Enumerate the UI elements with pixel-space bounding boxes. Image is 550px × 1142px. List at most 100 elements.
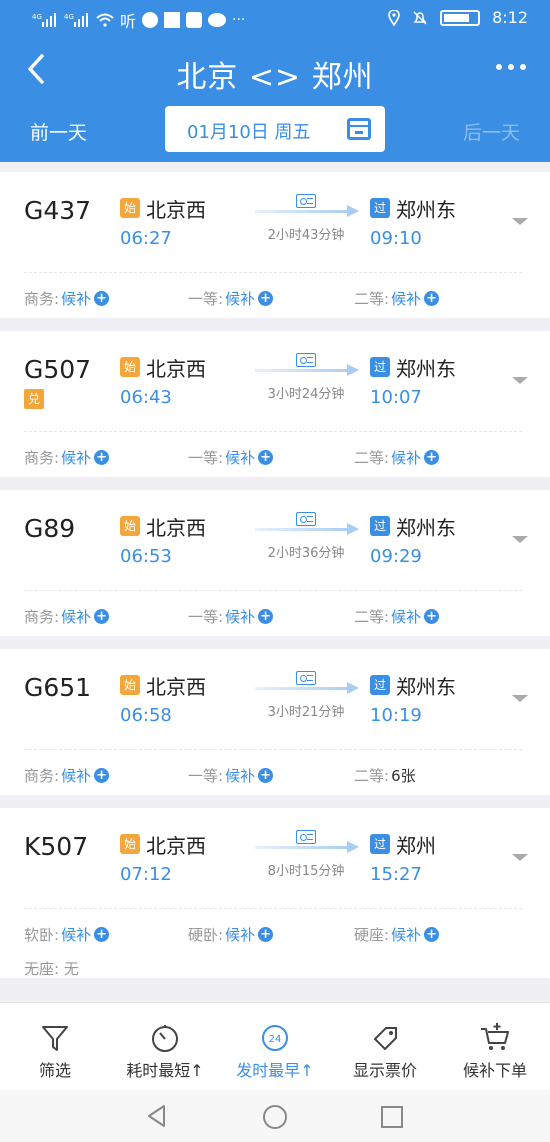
plus-icon[interactable]: + — [94, 927, 110, 942]
divider — [24, 749, 522, 750]
seat-class-label: 无座: — [24, 960, 60, 978]
seat-class-label: 一等: — [188, 608, 224, 626]
seat-availability[interactable]: 二等: 候补 + — [354, 606, 440, 627]
plus-icon[interactable]: + — [94, 450, 110, 465]
plus-icon[interactable]: + — [94, 768, 110, 783]
clock-24-text: 24 — [269, 1034, 282, 1045]
tab-waitlist-order[interactable]: 候补下单 — [440, 1003, 550, 1091]
seat-availability[interactable]: 一等: 候补 + — [188, 288, 274, 309]
date-picker[interactable]: 01月10日 周五 — [165, 106, 385, 152]
seat-availability[interactable]: 硬卧: 候补 + — [188, 924, 274, 945]
app-telegram-icon — [186, 12, 203, 28]
recents-square-icon[interactable] — [380, 1105, 404, 1129]
status-right: 8:12 — [388, 8, 528, 27]
no-seat-availability: 无座: 无 — [24, 958, 79, 979]
chevron-down-icon[interactable] — [512, 377, 528, 384]
origin-badge: 始 — [120, 516, 140, 536]
signal-icon: 4G — [64, 13, 88, 27]
tab-show-price[interactable]: 显示票价 — [330, 1003, 440, 1091]
system-nav-bar — [0, 1090, 550, 1142]
chevron-down-icon[interactable] — [512, 695, 528, 702]
pass-badge: 过 — [370, 834, 390, 854]
more-notifications-icon: ··· — [232, 12, 246, 28]
plus-icon[interactable]: + — [258, 768, 274, 783]
plus-icon[interactable]: + — [258, 609, 274, 624]
plus-icon[interactable]: + — [258, 927, 274, 942]
chevron-down-icon[interactable] — [512, 536, 528, 543]
seat-class-label: 一等: — [188, 449, 224, 467]
seat-availability[interactable]: 商务: 候补 + — [24, 606, 110, 627]
seat-availability[interactable]: 软卧: 候补 + — [24, 924, 110, 945]
signal-icon: 4G — [32, 13, 56, 27]
tab-filter[interactable]: 筛选 — [0, 1003, 110, 1091]
seat-status: 候补 — [61, 608, 92, 626]
plus-icon[interactable]: + — [424, 927, 440, 942]
divider — [24, 590, 522, 591]
seat-availability[interactable]: 一等: 候补 + — [188, 606, 274, 627]
seat-availability[interactable]: 一等: 候补 + — [188, 765, 274, 786]
date-label: 01月10日 周五 — [187, 122, 311, 143]
tab-shortest[interactable]: 耗时最短↑ — [110, 1003, 220, 1091]
plus-icon[interactable]: + — [424, 609, 440, 624]
pass-badge: 过 — [370, 516, 390, 536]
seat-availability[interactable]: 商务: 候补 + — [24, 447, 110, 468]
svg-text:4G: 4G — [64, 13, 74, 21]
pass-badge: 过 — [370, 675, 390, 695]
origin-badge: 始 — [120, 675, 140, 695]
navbar: 北京 <> 郑州 — [0, 42, 550, 98]
train-card[interactable]: G507 兑始北京西 06:43 3小时24分钟过郑州东 10:07 商务: 候补 + 一等: 候… — [0, 331, 550, 477]
filter-icon — [42, 1026, 68, 1051]
duration: 3小时21分钟 — [267, 705, 345, 720]
train-card[interactable]: K507 始北京西 07:12 8小时15分钟过郑州 15:27 软卧: 候补 + 硬卧: 候补 +… — [0, 808, 550, 978]
price-tag-icon — [374, 1027, 397, 1050]
seat-class-label: 二等: — [354, 767, 390, 785]
plus-icon[interactable]: + — [258, 450, 274, 465]
tab-label: 候补下单 — [462, 1061, 527, 1080]
arrival-time: 09:10 — [370, 228, 422, 249]
seat-class-label: 二等: — [354, 290, 390, 308]
plus-icon[interactable]: + — [424, 450, 440, 465]
seat-status: 候补 — [391, 608, 422, 626]
plus-icon[interactable]: + — [94, 291, 110, 306]
prev-day-button[interactable]: 前一天 — [30, 118, 87, 145]
seat-status: 候补 — [61, 767, 92, 785]
next-day-button[interactable]: 后一天 — [463, 118, 520, 145]
home-circle-icon[interactable] — [262, 1104, 288, 1130]
date-row: 前一天 01月10日 周五 后一天 — [0, 106, 550, 154]
chevron-down-icon[interactable] — [512, 218, 528, 225]
battery-icon — [440, 9, 481, 26]
back-triangle-icon[interactable] — [146, 1104, 168, 1128]
chevron-down-icon[interactable] — [512, 854, 528, 861]
plus-icon[interactable]: + — [258, 291, 274, 306]
seat-availability[interactable]: 二等: 候补 + — [354, 288, 440, 309]
more-icon[interactable] — [496, 64, 526, 70]
duration: 8小时15分钟 — [267, 864, 345, 879]
train-card[interactable]: G437 始北京西 06:27 2小时43分钟过郑州东 09:10 商务: 候补 + 一等: 候补… — [0, 172, 550, 318]
weibo-icon — [142, 12, 159, 28]
seat-status: 候补 — [225, 767, 256, 785]
seat-status: 候补 — [225, 449, 256, 467]
tab-earliest[interactable]: 24 发时最早↑ — [220, 1003, 330, 1091]
seat-availability[interactable]: 商务: 候补 + — [24, 765, 110, 786]
route-arrow — [255, 682, 359, 694]
seat-availability[interactable]: 二等: 候补 + — [354, 447, 440, 468]
plus-icon[interactable]: + — [424, 291, 440, 306]
train-card[interactable]: G89 始北京西 06:53 2小时36分钟过郑州东 09:29 商务: 候补 + 一等: 候补 +… — [0, 490, 550, 636]
wechat-icon — [208, 13, 227, 27]
departure-time: 07:12 — [120, 864, 172, 885]
tab-label: 筛选 — [38, 1061, 71, 1080]
id-card-icon — [296, 194, 316, 208]
tab-label: 显示票价 — [352, 1061, 417, 1080]
plus-icon[interactable]: + — [94, 609, 110, 624]
id-card-icon — [296, 830, 316, 844]
seat-availability[interactable]: 一等: 候补 + — [188, 447, 274, 468]
id-card-icon — [296, 671, 316, 685]
seat-availability[interactable]: 商务: 候补 + — [24, 288, 110, 309]
pass-badge: 过 — [370, 357, 390, 377]
id-card-icon — [296, 512, 316, 526]
departure-time: 06:58 — [120, 705, 172, 726]
train-card[interactable]: G651 始北京西 06:58 3小时21分钟过郑州东 10:19 商务: 候补 + 一等: 候补… — [0, 649, 550, 795]
seat-class-label: 软卧: — [24, 926, 60, 944]
seat-availability[interactable]: 硬座: 候补 + — [354, 924, 440, 945]
seat-class-label: 一等: — [188, 290, 224, 308]
